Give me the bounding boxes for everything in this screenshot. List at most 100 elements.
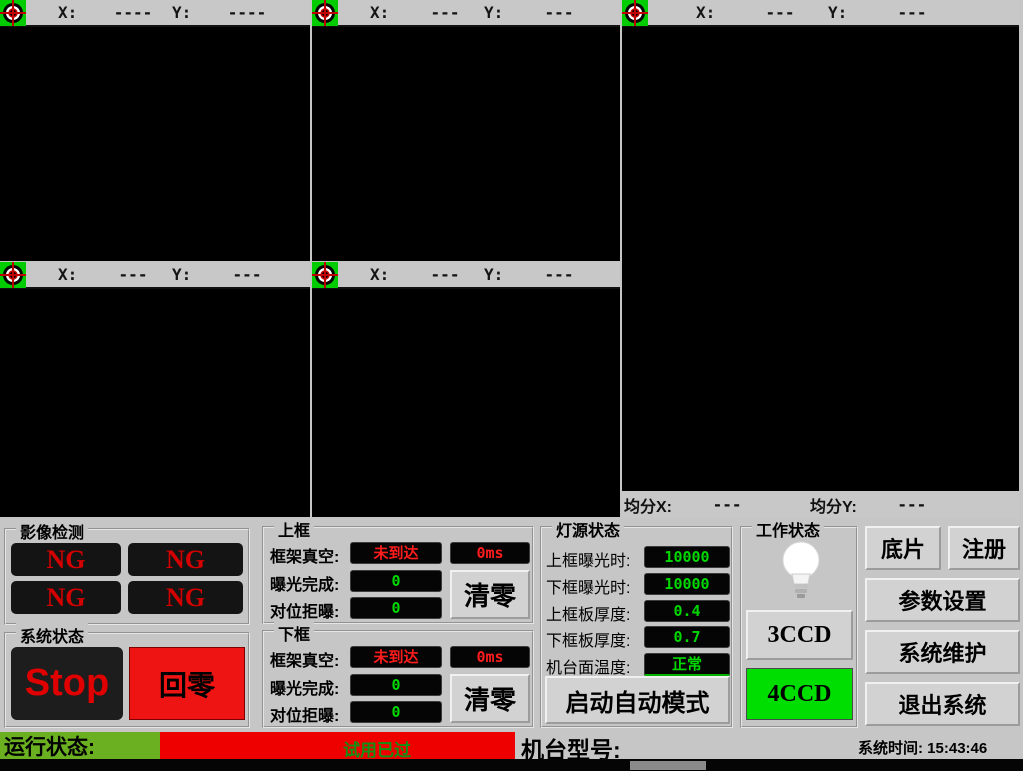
x-coord-value: --- — [732, 3, 828, 22]
machine-control-window: X: ---- Y: ---- X: --- Y: --- X: --- Y: … — [0, 0, 1023, 771]
crosshair-icon — [312, 262, 338, 288]
align-reject-field: 0 — [350, 597, 442, 619]
group-title: 上框 — [274, 517, 314, 541]
vacuum-time-field: 0ms — [450, 646, 530, 668]
upper-board-thickness-label: 上框板厚度: — [546, 601, 630, 625]
ccd3-button[interactable]: 3CCD — [746, 610, 853, 660]
trial-expired-text: 试用已过 — [343, 736, 411, 761]
y-coord-label: Y: — [172, 3, 208, 22]
ccd4-button[interactable]: 4CCD — [746, 668, 853, 720]
exposure-done-label: 曝光完成: — [270, 675, 339, 699]
y-coord-value: --- — [520, 265, 598, 284]
x-coord-label: X: — [58, 3, 94, 22]
avg-y-label: 均分Y: — [810, 493, 857, 517]
stop-button[interactable]: Stop — [11, 647, 123, 720]
run-status-label: 运行状态: — [0, 732, 160, 759]
lower-board-thickness-field: 0.7 — [644, 626, 730, 648]
x-coord-value: ---- — [94, 3, 172, 22]
y-coord-value: --- — [864, 3, 960, 22]
system-time-value: 15:43:46 — [927, 740, 987, 757]
lower-frame-group: 下框 框架真空: 未到达 0ms 曝光完成: 0 对位拒曝: 0 清零 — [262, 630, 534, 728]
light-source-group: 灯源状态 上框曝光时: 10000 下框曝光时: 10000 上框板厚度: 0.… — [540, 526, 733, 728]
vacuum-time-field: 0ms — [450, 542, 530, 564]
trial-status-bar: 试用已过 — [160, 732, 515, 759]
clear-button-lower[interactable]: 清零 — [450, 674, 530, 723]
ng-indicator-4: NG — [128, 581, 243, 614]
film-button[interactable]: 底片 — [865, 526, 941, 570]
lower-exposure-time-field: 10000 — [644, 573, 730, 595]
camera1-header: X: ---- Y: ---- — [0, 0, 310, 27]
align-reject-label: 对位拒曝: — [270, 598, 339, 622]
crosshair-icon — [622, 0, 648, 26]
vacuum-status-field: 未到达 — [350, 646, 442, 668]
system-maintenance-button[interactable]: 系统维护 — [865, 630, 1020, 674]
return-zero-button[interactable]: 回零 — [129, 647, 245, 720]
vacuum-label: 框架真空: — [270, 647, 339, 671]
y-coord-label: Y: — [484, 265, 520, 284]
x-coord-label: X: — [58, 265, 94, 284]
camera1-view — [0, 27, 310, 261]
parameter-settings-button[interactable]: 参数设置 — [865, 578, 1020, 622]
align-reject-field: 0 — [350, 701, 442, 723]
system-time: 系统时间: 15:43:46 — [858, 737, 987, 758]
bottom-edge-strip — [0, 759, 1023, 771]
lower-exposure-time-label: 下框曝光时: — [546, 574, 630, 598]
upper-board-thickness-field: 0.4 — [644, 600, 730, 622]
avg-x-value: --- — [672, 495, 782, 514]
crosshair-icon — [312, 0, 338, 26]
upper-exposure-time-field: 10000 — [644, 546, 730, 568]
group-title: 影像检测 — [16, 519, 88, 543]
system-status-group: 系统状态 Stop 回零 — [4, 632, 250, 728]
camera5-view — [312, 289, 620, 517]
upper-frame-group: 上框 框架真空: 未到达 0ms 曝光完成: 0 对位拒曝: 0 清零 — [262, 526, 534, 624]
table-temperature-label: 机台面温度: — [546, 654, 630, 678]
y-coord-label: Y: — [484, 3, 520, 22]
average-coords-row: 均分X: --- 均分Y: --- — [622, 491, 1019, 518]
register-button[interactable]: 注册 — [948, 526, 1020, 570]
light-bulb-icon — [778, 540, 824, 606]
exposure-done-label: 曝光完成: — [270, 571, 339, 595]
work-status-group: 工作状态 3CCD 4CCD — [740, 526, 858, 728]
ng-indicator-1: NG — [11, 543, 121, 576]
avg-y-value: --- — [857, 495, 967, 514]
x-coord-value: --- — [406, 3, 484, 22]
camera4-header: X: --- Y: --- — [0, 262, 310, 289]
exposure-done-field: 0 — [350, 570, 442, 592]
crosshair-icon — [0, 0, 26, 26]
run-status-text: 运行状态: — [4, 731, 95, 761]
camera5-header: X: --- Y: --- — [312, 262, 620, 289]
y-coord-value: ---- — [208, 3, 286, 22]
image-detection-group: 影像检测 NG NG NG NG — [4, 528, 250, 625]
camera2-header: X: --- Y: --- — [312, 0, 620, 27]
crosshair-icon — [0, 262, 26, 288]
start-auto-mode-button[interactable]: 启动自动模式 — [545, 676, 730, 724]
ng-indicator-3: NG — [11, 581, 121, 614]
y-coord-value: --- — [208, 265, 286, 284]
align-reject-label: 对位拒曝: — [270, 702, 339, 726]
clear-button-upper[interactable]: 清零 — [450, 570, 530, 619]
y-coord-label: Y: — [828, 3, 864, 22]
group-title: 灯源状态 — [552, 517, 624, 541]
vacuum-label: 框架真空: — [270, 543, 339, 567]
x-coord-value: --- — [406, 265, 484, 284]
camera3-view — [622, 27, 1019, 491]
table-temperature-field: 正常 — [644, 653, 730, 677]
group-title: 系统状态 — [16, 623, 88, 647]
exit-system-button[interactable]: 退出系统 — [865, 682, 1020, 726]
bottom-edge-notch — [630, 761, 706, 770]
system-time-label: 系统时间: — [858, 740, 923, 757]
group-title: 工作状态 — [752, 517, 824, 541]
x-coord-label: X: — [370, 265, 406, 284]
x-coord-label: X: — [370, 3, 406, 22]
camera3-header: X: --- Y: --- — [622, 0, 1019, 27]
avg-x-label: 均分X: — [624, 493, 672, 517]
y-coord-value: --- — [520, 3, 598, 22]
ng-indicator-2: NG — [128, 543, 243, 576]
camera2-view — [312, 27, 620, 261]
upper-exposure-time-label: 上框曝光时: — [546, 547, 630, 571]
y-coord-label: Y: — [172, 265, 208, 284]
group-title: 下框 — [274, 621, 314, 645]
exposure-done-field: 0 — [350, 674, 442, 696]
vacuum-status-field: 未到达 — [350, 542, 442, 564]
camera4-view — [0, 289, 310, 517]
